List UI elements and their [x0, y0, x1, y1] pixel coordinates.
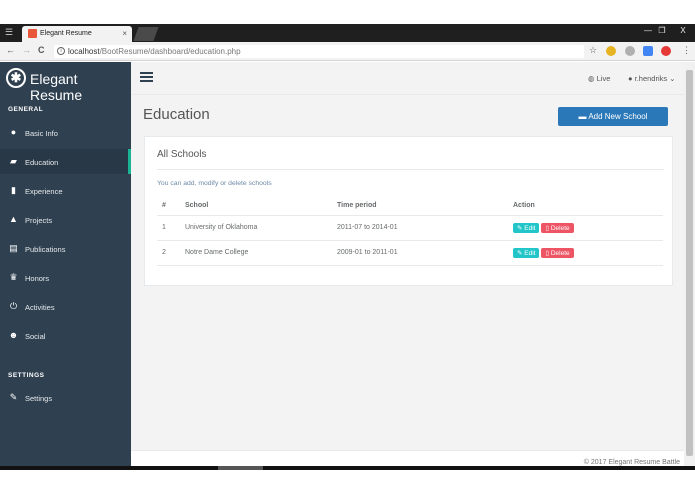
book-icon: ▰ [10, 156, 17, 166]
tab-close-icon[interactable]: × [122, 29, 127, 38]
divider [157, 169, 664, 170]
user-icon: ● [10, 127, 17, 137]
sidebar-item-label: Education [25, 158, 59, 167]
sidebar-item-basic-info[interactable]: ● Basic Info [0, 120, 131, 145]
forward-icon[interactable]: → [22, 45, 31, 55]
column-header: Time period [337, 197, 513, 216]
sidebar-item-honors[interactable]: ♛ Honors [0, 265, 131, 290]
card-title: All Schools [157, 149, 207, 160]
scrollbar-thumb[interactable] [686, 70, 693, 456]
edit-button[interactable]: ✎ Edit [513, 247, 540, 258]
extension-icon[interactable] [643, 46, 653, 56]
sidebar-item-experience[interactable]: ▮ Experience [0, 178, 131, 203]
screen: ☰ Elegant Resume × — ❐ X ← → C i localho… [0, 0, 695, 494]
extension-icon[interactable] [625, 46, 635, 56]
url-input[interactable]: i localhost/BootResume/dashboard/educati… [54, 45, 584, 58]
sidebar-item-label: Honors [25, 274, 50, 283]
logo-icon: ✱ [6, 68, 26, 88]
close-window-button[interactable]: X [676, 24, 690, 38]
user-menu[interactable]: ● r.hendriks ⌄ [628, 74, 676, 83]
main-content: ◍ Live ● r.hendriks ⌄ Education ▬ Add Ne… [131, 62, 684, 466]
back-icon[interactable]: ← [6, 45, 15, 55]
row-actions: ✎ Edit ▯ Delete [513, 215, 663, 241]
delete-button[interactable]: ▯ Delete [541, 222, 574, 233]
column-header: # [157, 197, 185, 216]
row-actions: ✎ Edit ▯ Delete [513, 240, 663, 266]
browser-menu-icon[interactable]: ☰ [5, 27, 13, 38]
flask-icon: ▲ [9, 214, 18, 224]
sidebar-item-label: Social [25, 332, 46, 341]
schools-table: # School Time period Action 1 University… [157, 197, 663, 266]
extension-icon[interactable] [606, 46, 616, 56]
star-icon[interactable]: ☆ [589, 45, 597, 56]
scrollbar[interactable] [684, 62, 695, 466]
taskbar [0, 466, 695, 470]
page-title: Education [143, 106, 210, 123]
briefcase-icon: ▮ [11, 185, 16, 195]
section-title-settings: SETTINGS [8, 372, 45, 379]
url-path: /BootResume/dashboard/education.php [99, 47, 241, 56]
table-header-row: # School Time period Action [157, 197, 663, 216]
time-period: 2009-01 to 2011-01 [337, 240, 513, 266]
sidebar-item-label: Activities [25, 303, 55, 312]
schools-card: All Schools You can add, modify or delet… [144, 136, 673, 286]
school-name: University of Oklahoma [185, 215, 337, 241]
footer-copyright: © 2017 Elegant Resume Battle [583, 459, 680, 466]
page-heading: Education ▬ Add New School [131, 96, 684, 136]
table-row: 1 University of Oklahoma 2011-07 to 2014… [157, 215, 663, 241]
card-description: You can add, modify or delete schools [157, 180, 272, 187]
file-icon: ▤ [9, 243, 18, 253]
time-period: 2011-07 to 2014-01 [337, 215, 513, 241]
hamburger-menu-icon[interactable] [140, 72, 153, 82]
footer: © 2017 Elegant Resume Battle [131, 450, 684, 466]
trophy-icon: ♛ [9, 272, 18, 282]
brand[interactable]: ✱ Elegant Resume [0, 62, 131, 103]
taskbar-item[interactable] [218, 466, 263, 470]
browser-more-icon[interactable]: ⋮ [682, 45, 691, 56]
power-icon: ⏻ [9, 301, 18, 311]
globe-icon: ◍ [588, 74, 597, 83]
address-bar: ← → C i localhost/BootResume/dashboard/e… [0, 42, 695, 61]
users-icon: ☻ [8, 330, 19, 340]
sidebar-item-education[interactable]: ▰ Education [0, 149, 131, 174]
maximize-button[interactable]: ❐ [656, 24, 668, 38]
sidebar-item-social[interactable]: ☻ Social [0, 323, 131, 348]
user-icon: ● [628, 74, 635, 83]
sidebar-item-label: Publications [25, 245, 66, 254]
brand-name: Elegant Resume [30, 71, 83, 103]
section-title-general: GENERAL [8, 106, 44, 113]
sidebar-item-activities[interactable]: ⏻ Activities [0, 294, 131, 319]
minimize-button[interactable]: — [642, 24, 654, 38]
info-icon: i [57, 47, 65, 55]
sidebar-item-projects[interactable]: ▲ Projects [0, 207, 131, 232]
table-row: 2 Notre Dame College 2009-01 to 2011-01 … [157, 240, 663, 266]
wrench-icon: ✎ [9, 392, 18, 402]
sidebar-item-label: Experience [25, 187, 63, 196]
row-number: 2 [157, 240, 185, 266]
sidebar-item-label: Basic Info [25, 129, 58, 138]
column-header: Action [513, 197, 663, 216]
top-navbar: ◍ Live ● r.hendriks ⌄ [131, 62, 684, 95]
favicon-icon [28, 29, 37, 38]
chevron-down-icon: ⌄ [667, 74, 676, 83]
sidebar-item-label: Settings [25, 394, 53, 403]
tab-title: Elegant Resume [40, 30, 92, 37]
sidebar-item-label: Projects [25, 216, 53, 225]
column-header: School [185, 197, 337, 216]
edit-button[interactable]: ✎ Edit [513, 222, 540, 233]
live-link[interactable]: ◍ Live [588, 74, 610, 83]
delete-button[interactable]: ▯ Delete [541, 247, 574, 258]
sidebar-item-publications[interactable]: ▤ Publications [0, 236, 131, 261]
add-new-school-button[interactable]: ▬ Add New School [558, 107, 668, 126]
sidebar-item-settings[interactable]: ✎ Settings [0, 385, 131, 410]
reload-icon[interactable]: C [38, 45, 45, 55]
school-name: Notre Dame College [185, 240, 337, 266]
url-host: localhost [68, 47, 100, 56]
row-number: 1 [157, 215, 185, 241]
folder-icon: ▬ [578, 112, 589, 121]
browser-tab[interactable]: Elegant Resume × [22, 26, 132, 42]
adblock-icon[interactable] [661, 46, 671, 56]
sidebar: ✱ Elegant Resume GENERAL ● Basic Info ▰ … [0, 62, 131, 466]
